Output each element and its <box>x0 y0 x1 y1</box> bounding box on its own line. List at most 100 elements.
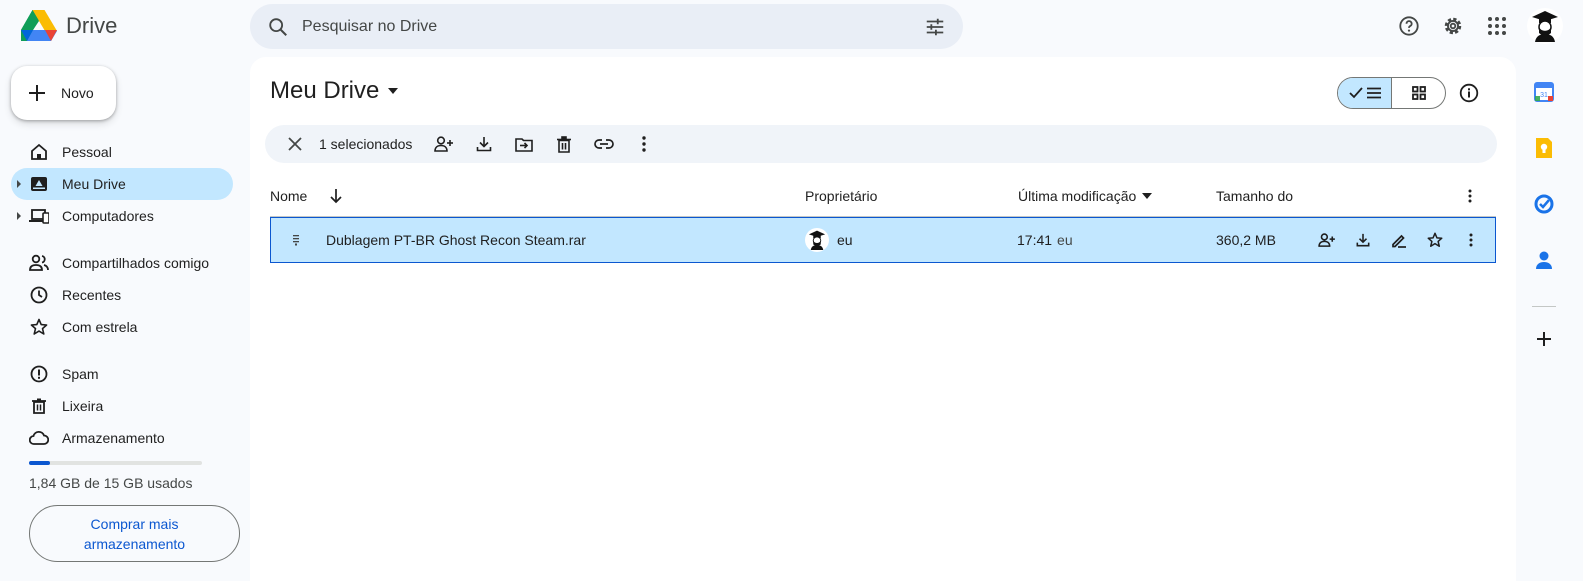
page-title: Meu Drive <box>270 77 380 104</box>
sidebar-item-label: Meu Drive <box>62 176 126 192</box>
calendar-app-icon[interactable]: 31 <box>1522 64 1566 120</box>
list-view-button[interactable] <box>1338 78 1392 108</box>
new-button[interactable]: Novo <box>11 66 116 120</box>
drive-logo[interactable]: Drive <box>20 8 117 44</box>
google-drive-logo-icon <box>20 9 58 43</box>
row-actions <box>1309 218 1489 262</box>
account-avatar[interactable] <box>1527 8 1563 44</box>
new-button-label: Novo <box>61 85 94 101</box>
keep-app-icon[interactable] <box>1522 120 1566 176</box>
computers-icon <box>29 206 49 226</box>
selection-toolbar: 1 selecionados <box>265 125 1497 163</box>
expand-caret-icon[interactable] <box>17 180 21 188</box>
column-name[interactable]: Nome <box>270 177 343 215</box>
file-name[interactable]: Dublagem PT-BR Ghost Recon Steam.rar <box>326 218 586 262</box>
column-owner[interactable]: Proprietário <box>805 177 877 215</box>
grid-icon <box>1411 86 1426 100</box>
sidebar-item-label: Computadores <box>62 208 154 224</box>
sidebar-item-compartilhados[interactable]: Compartilhados comigo <box>11 247 233 279</box>
search-bar[interactable]: Pesquisar no Drive <box>250 4 963 49</box>
contacts-app-icon[interactable] <box>1522 232 1566 288</box>
info-icon[interactable] <box>1455 79 1483 107</box>
trash-icon <box>29 396 49 416</box>
selection-count: 1 selecionados <box>319 136 413 152</box>
search-options-icon[interactable] <box>911 4 959 49</box>
buy-storage-button[interactable]: Comprar mais armazenamento <box>29 505 240 562</box>
file-size: 360,2 MB <box>1216 232 1276 248</box>
sidebar-item-spam[interactable]: Spam <box>11 358 233 390</box>
more-vert-icon[interactable] <box>1453 222 1489 258</box>
view-toggle <box>1337 77 1446 109</box>
star-icon[interactable] <box>1417 222 1453 258</box>
column-label: Última modificação <box>1018 188 1137 204</box>
apps-grid-icon[interactable] <box>1477 6 1517 46</box>
more-vert-icon[interactable] <box>624 127 664 161</box>
main-panel: Meu Drive 1 selecionados Nome Proprietár… <box>250 57 1516 581</box>
caret-down-icon <box>387 87 399 95</box>
sidebar-item-label: Armazenamento <box>62 430 165 446</box>
modified-time: 17:41 <box>1017 232 1053 248</box>
grid-view-button[interactable] <box>1392 78 1445 108</box>
sidebar-item-com-estrela[interactable]: Com estrela <box>11 311 233 343</box>
svg-text:31: 31 <box>1540 92 1548 99</box>
clock-icon <box>29 285 49 305</box>
search-icon[interactable] <box>254 4 302 49</box>
list-icon <box>1366 86 1382 100</box>
download-icon[interactable] <box>464 127 504 161</box>
archive-file-icon <box>291 218 301 262</box>
table-header: Nome Proprietário Última modificação Tam… <box>270 177 1496 217</box>
sidebar-item-recentes[interactable]: Recentes <box>11 279 233 311</box>
spam-icon <box>29 364 49 384</box>
shared-icon <box>29 253 49 273</box>
help-icon[interactable] <box>1389 6 1429 46</box>
column-label: Proprietário <box>805 188 878 204</box>
plus-icon <box>27 83 47 103</box>
search-input[interactable]: Pesquisar no Drive <box>302 18 911 36</box>
share-icon[interactable] <box>1309 222 1345 258</box>
sidebar-item-label: Pessoal <box>62 144 112 160</box>
sidebar-item-label: Spam <box>62 366 99 382</box>
caret-down-icon <box>1142 193 1153 199</box>
download-icon[interactable] <box>1345 222 1381 258</box>
sidebar-nav: Pessoal Meu Drive Computadores Compartil… <box>11 136 233 454</box>
sidebar-item-armazenamento[interactable]: Armazenamento <box>11 422 233 454</box>
link-icon[interactable] <box>584 127 624 161</box>
tasks-app-icon[interactable] <box>1522 176 1566 232</box>
star-icon <box>29 317 49 337</box>
trash-icon[interactable] <box>544 127 584 161</box>
table-row[interactable]: Dublagem PT-BR Ghost Recon Steam.rar eu … <box>270 217 1496 263</box>
column-size[interactable]: Tamanho do <box>1216 177 1293 215</box>
sidebar-item-meu-drive[interactable]: Meu Drive <box>11 168 233 200</box>
owner-avatar <box>805 228 829 252</box>
header-actions <box>1389 8 1563 44</box>
modified-cell: 17:41 eu <box>1017 218 1073 262</box>
storage-progress-bar <box>29 461 202 465</box>
home-icon <box>29 142 49 162</box>
owner-cell: eu <box>805 218 853 262</box>
side-panel-rail: 31 <box>1522 64 1566 288</box>
settings-gear-icon[interactable] <box>1433 6 1473 46</box>
sidebar-item-lixeira[interactable]: Lixeira <box>11 390 233 422</box>
check-icon <box>1348 86 1364 100</box>
storage-usage-text: 1,84 GB de 15 GB usados <box>29 475 193 491</box>
my-drive-icon <box>29 174 49 194</box>
app-name: Drive <box>66 13 118 38</box>
expand-caret-icon[interactable] <box>17 212 21 220</box>
sidebar-item-computadores[interactable]: Computadores <box>11 200 233 232</box>
column-label: Nome <box>270 188 308 204</box>
column-modified[interactable]: Última modificação <box>1018 177 1153 215</box>
rename-pencil-icon[interactable] <box>1381 222 1417 258</box>
clear-selection-icon[interactable] <box>275 127 315 161</box>
move-to-folder-icon[interactable] <box>504 127 544 161</box>
sidebar-item-label: Compartilhados comigo <box>62 255 210 271</box>
sidebar-item-label: Lixeira <box>62 398 104 414</box>
sidebar-item-label: Com estrela <box>62 319 138 335</box>
sort-arrow-down-icon[interactable] <box>329 188 343 204</box>
share-icon[interactable] <box>424 127 464 161</box>
sidebar-item-label: Recentes <box>62 287 122 303</box>
page-title-dropdown[interactable]: Meu Drive <box>270 77 399 105</box>
column-options-more-vert-icon[interactable] <box>1460 177 1480 215</box>
get-addons-plus-icon[interactable] <box>1530 325 1558 353</box>
sidebar-item-pessoal[interactable]: Pessoal <box>11 136 233 168</box>
cloud-icon <box>29 428 49 448</box>
